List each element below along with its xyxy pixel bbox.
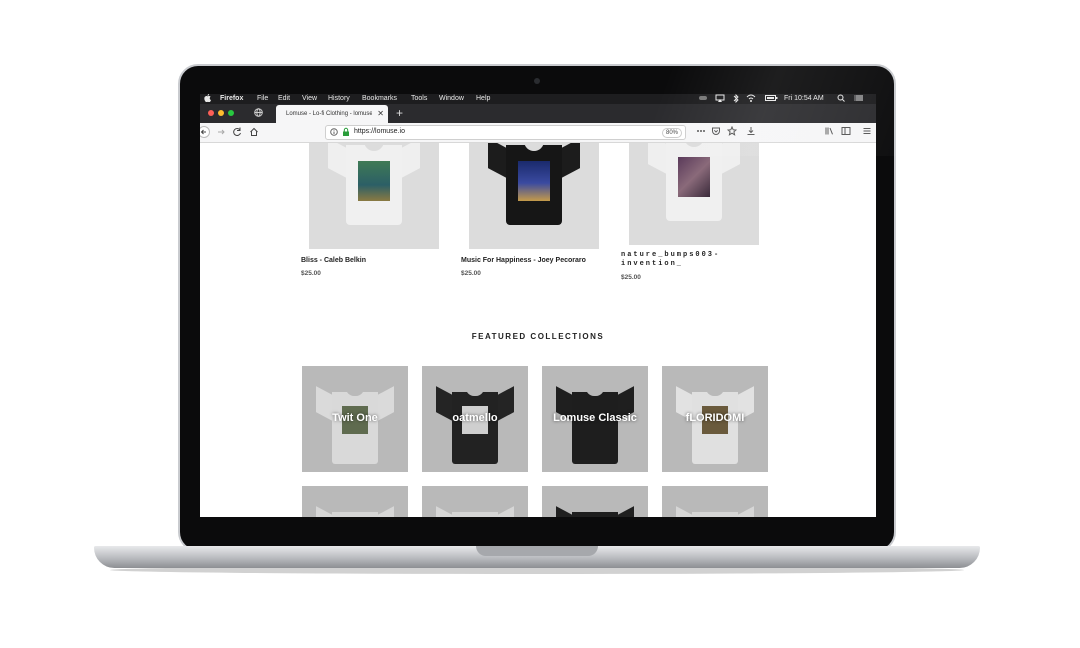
collection-label: fLORIDOMI bbox=[685, 412, 745, 424]
product-image-music-for-happiness[interactable] bbox=[469, 143, 599, 249]
downloads-icon[interactable] bbox=[746, 126, 756, 138]
macos-menu-bar: Firefox File Edit View History Bookmarks… bbox=[200, 94, 876, 104]
menu-history[interactable]: History bbox=[328, 94, 350, 104]
site-info-icon[interactable] bbox=[330, 127, 338, 139]
window-zoom-button[interactable] bbox=[228, 110, 234, 116]
tshirt-graphic bbox=[648, 143, 740, 229]
menu-app-firefox[interactable]: Firefox bbox=[220, 94, 243, 104]
tab-close-icon[interactable]: ✕ bbox=[377, 105, 384, 123]
tshirt-graphic bbox=[556, 386, 634, 464]
collection-label: Twit One bbox=[332, 412, 378, 424]
menu-clock[interactable]: Fri 10:54 AM bbox=[784, 94, 824, 104]
product-name[interactable]: Music For Happiness - Joey Pecoraro bbox=[461, 257, 586, 264]
tab-bar: Lomuse - Lo-fi Clothing - lomuse ✕ + bbox=[200, 104, 876, 123]
pocket-icon[interactable] bbox=[711, 126, 721, 138]
screen: Firefox File Edit View History Bookmarks… bbox=[200, 94, 876, 517]
lock-icon bbox=[342, 127, 350, 139]
product-name[interactable]: Bliss - Caleb Belkin bbox=[301, 257, 366, 264]
back-button[interactable] bbox=[200, 126, 210, 142]
bookmark-star-icon[interactable] bbox=[726, 125, 738, 138]
zoom-level[interactable]: 80% bbox=[662, 128, 683, 138]
collection-tile[interactable] bbox=[542, 486, 648, 517]
collection-tile-oatmello[interactable]: oatmello bbox=[422, 366, 528, 472]
tab-lomuse[interactable]: Lomuse - Lo-fi Clothing - lomuse ✕ bbox=[276, 105, 388, 123]
product-image-nature-bumps[interactable] bbox=[629, 143, 759, 245]
window-minimize-button[interactable] bbox=[218, 110, 224, 116]
tshirt-graphic bbox=[328, 143, 420, 233]
navigation-bar: https://lomuse.io 80% bbox=[200, 123, 876, 143]
url-bar[interactable]: https://lomuse.io 80% bbox=[325, 125, 686, 140]
featured-collections-heading: FEATURED COLLECTIONS bbox=[471, 332, 605, 341]
url-text: https://lomuse.io bbox=[354, 128, 405, 135]
tshirt-graphic bbox=[676, 386, 754, 464]
window-close-button[interactable] bbox=[208, 110, 214, 116]
menu-view[interactable]: View bbox=[302, 94, 317, 104]
menu-file[interactable]: File bbox=[257, 94, 268, 104]
sidebar-toggle-icon[interactable] bbox=[841, 126, 851, 138]
collection-tile[interactable] bbox=[662, 486, 768, 517]
tshirt-graphic bbox=[676, 506, 754, 517]
product-name-line-2[interactable]: invention_ bbox=[621, 260, 683, 269]
product-price: $25.00 bbox=[461, 270, 481, 277]
page-actions-icon[interactable] bbox=[696, 126, 706, 138]
product-name-line-1[interactable]: nature_bumps003- bbox=[621, 251, 720, 260]
menu-tools[interactable]: Tools bbox=[411, 94, 427, 104]
product-image-bliss[interactable] bbox=[309, 143, 439, 249]
collection-tile-twit-one[interactable]: Twit One bbox=[302, 366, 408, 472]
tshirt-graphic bbox=[436, 506, 514, 517]
tshirt-graphic bbox=[488, 143, 580, 233]
home-icon[interactable] bbox=[249, 126, 259, 142]
collection-label: oatmello bbox=[452, 412, 498, 424]
webcam bbox=[534, 78, 540, 84]
new-tab-button[interactable]: + bbox=[396, 106, 403, 120]
menu-window[interactable]: Window bbox=[439, 94, 464, 104]
collection-tile[interactable] bbox=[302, 486, 408, 517]
laptop-lid-notch bbox=[476, 546, 598, 556]
product-price: $25.00 bbox=[621, 274, 641, 281]
tshirt-graphic bbox=[556, 506, 634, 517]
globe-icon[interactable] bbox=[254, 108, 263, 119]
menu-bookmarks[interactable]: Bookmarks bbox=[362, 94, 397, 104]
menu-help[interactable]: Help bbox=[476, 94, 490, 104]
tshirt-graphic bbox=[316, 506, 394, 517]
menu-edit[interactable]: Edit bbox=[278, 94, 290, 104]
library-icon[interactable] bbox=[824, 126, 834, 138]
collection-label: Lomuse Classic bbox=[553, 412, 637, 424]
collection-tile-floridomi[interactable]: fLORIDOMI bbox=[662, 366, 768, 472]
page-content: Bliss - Caleb Belkin $25.00 Music For Ha… bbox=[200, 143, 876, 517]
collection-tile[interactable] bbox=[422, 486, 528, 517]
collection-tile-lomuse-classic[interactable]: Lomuse Classic bbox=[542, 366, 648, 472]
forward-button[interactable] bbox=[216, 126, 226, 142]
product-price: $25.00 bbox=[301, 270, 321, 277]
reload-icon[interactable] bbox=[232, 126, 242, 142]
tshirt-graphic bbox=[436, 386, 514, 464]
tshirt-graphic bbox=[316, 386, 394, 464]
hamburger-menu-icon[interactable] bbox=[862, 126, 872, 138]
tab-title: Lomuse - Lo-fi Clothing - lomuse bbox=[286, 111, 372, 117]
